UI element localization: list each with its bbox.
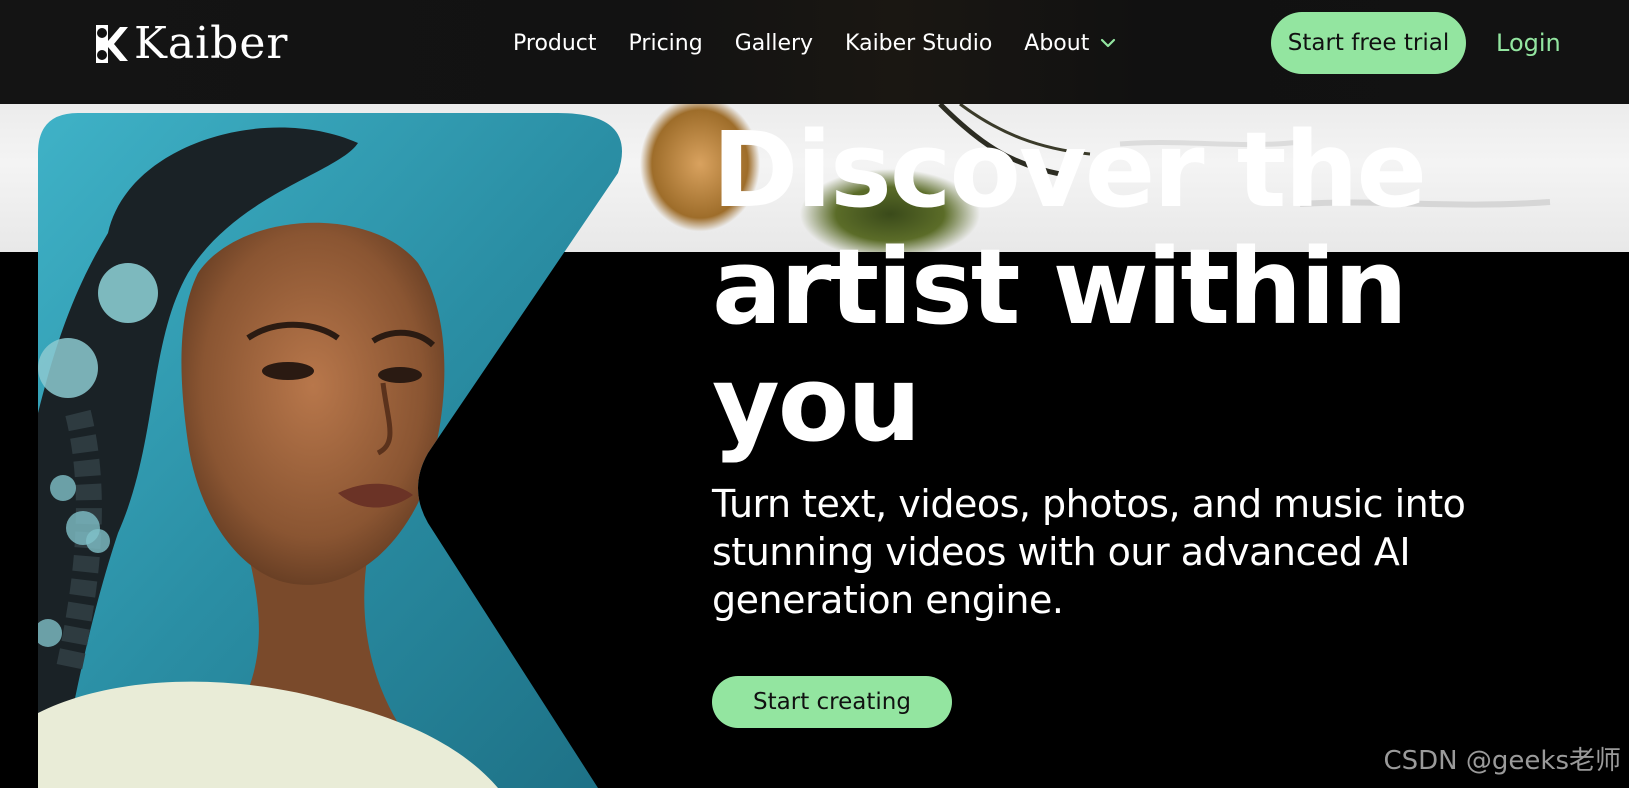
brand-name: Kaiber [134, 18, 289, 69]
kaiber-logo-icon [96, 25, 128, 63]
hero-subtitle: Turn text, videos, photos, and music int… [712, 482, 1466, 622]
start-creating-button[interactable]: Start creating [712, 676, 952, 728]
primary-nav: Product Pricing Gallery Kaiber Studio Ab… [513, 24, 1117, 62]
nav-item-kaiber-studio[interactable]: Kaiber Studio [845, 31, 992, 56]
hero-title: Discover the artist within you [712, 109, 1427, 465]
chevron-down-icon [1101, 38, 1116, 48]
nav-item-gallery[interactable]: Gallery [735, 31, 813, 56]
nav-item-about-label: About [1024, 30, 1090, 56]
watermark: CSDN @geeks老师 [1383, 746, 1622, 776]
login-link[interactable]: Login [1496, 24, 1561, 62]
start-free-trial-button[interactable]: Start free trial [1271, 12, 1466, 74]
hero-portrait-image [38, 113, 622, 788]
nav-item-about[interactable]: About [1024, 31, 1117, 56]
nav-item-product[interactable]: Product [513, 31, 597, 56]
brand-logo[interactable]: Kaiber [92, 18, 288, 70]
nav-item-pricing[interactable]: Pricing [629, 31, 703, 56]
top-nav: Kaiber Product Pricing Gallery Kaiber St… [0, 0, 1629, 104]
